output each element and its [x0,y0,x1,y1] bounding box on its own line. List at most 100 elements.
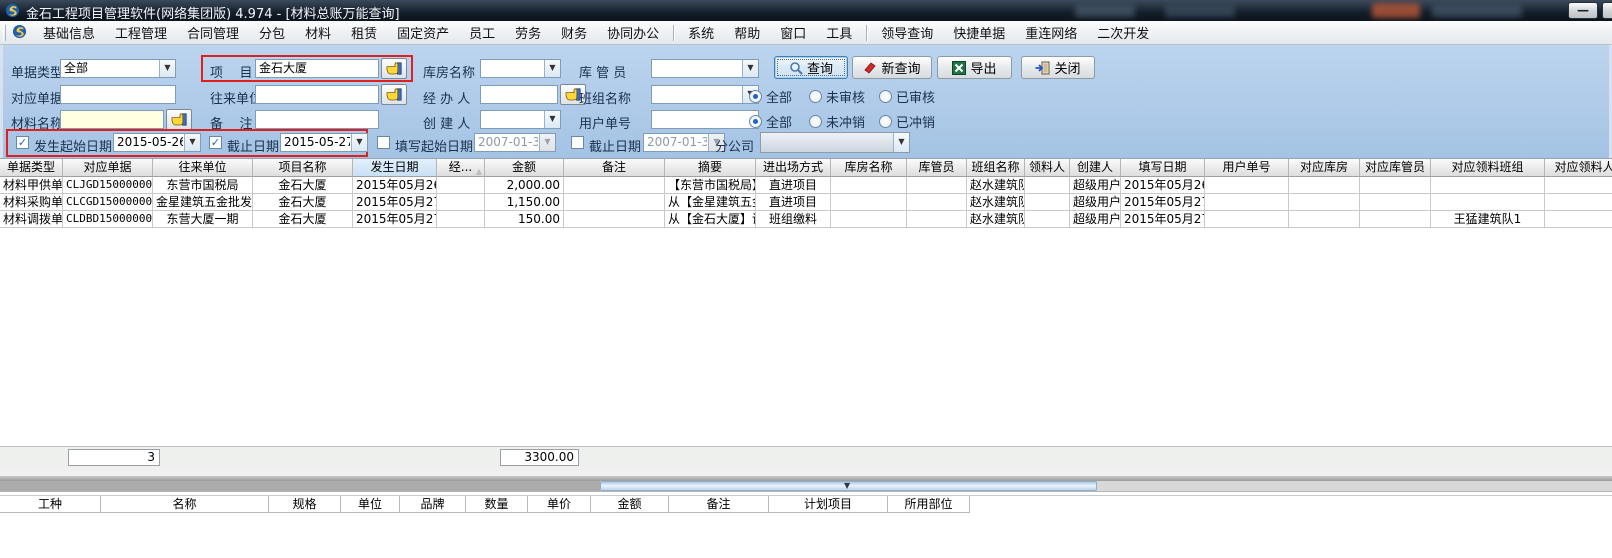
grid-cell[interactable]: 金石大厦 [253,177,353,194]
grid-cell[interactable] [437,211,485,228]
audit-radio-all[interactable]: 全部 [749,87,792,106]
grid-cell[interactable]: 1,150.00 [485,194,564,211]
grid-cell[interactable]: 金石大厦 [253,211,353,228]
grid-cell[interactable]: 材料采购单 [0,194,63,211]
counterparty-input[interactable] [255,85,379,104]
menu-item-6[interactable]: 固定资产 [387,20,459,45]
minimize-button[interactable]: — [1568,2,1598,19]
grid-header-cell[interactable]: 对应库管员 [1360,159,1431,177]
grid-cell[interactable] [907,211,967,228]
grid-cell[interactable] [831,211,907,228]
writeoff-radio-done[interactable]: 已冲销 [879,112,935,131]
grid-cell[interactable] [831,194,907,211]
grid-cell[interactable] [1025,194,1070,211]
grid-cell[interactable]: 王猛建筑队1 [1431,211,1545,228]
menu-item-11[interactable]: 系统 [678,20,724,45]
chevron-down-icon[interactable]: ▼ [544,60,560,77]
grid-header-cell[interactable]: 备注 [564,159,665,177]
grid-cell[interactable] [1431,177,1545,194]
detail-grid-header-cell[interactable]: 所用部位 [888,496,970,513]
grid-header-cell[interactable]: 经...▲ [437,159,485,177]
grid-header-cell[interactable]: 库房名称 [831,159,907,177]
detail-grid-header-cell[interactable]: 工种 [0,496,101,513]
fill-start-date-combo[interactable]: 2007-01-31▼ [474,133,556,152]
grid-header-cell[interactable]: 对应库房 [1289,159,1360,177]
grid-cell[interactable]: CLCGD150000002 [63,194,153,211]
remark-input[interactable] [255,110,379,129]
scrollbar-track[interactable] [0,481,600,491]
chevron-down-icon[interactable]: ▼ [184,134,200,151]
menu-item-8[interactable]: 劳务 [505,20,551,45]
grid-cell[interactable] [564,177,665,194]
menu-item-10[interactable]: 协同办公 [597,20,669,45]
menu-item-2[interactable]: 合同管理 [177,20,249,45]
menu-item-17[interactable]: 重连网络 [1015,20,1087,45]
grid-header-cell[interactable]: 领料人 [1025,159,1070,177]
grid-cell[interactable] [1431,194,1545,211]
menu-item-3[interactable]: 分包 [249,20,295,45]
grid-cell[interactable] [1360,211,1431,228]
grid-header-cell[interactable]: 对应领料人 [1545,159,1612,177]
grid-header-cell[interactable]: 创建人 [1070,159,1121,177]
menu-item-14[interactable]: 工具 [816,20,862,45]
handler-input[interactable] [480,85,558,104]
branch-combo[interactable]: ▼ [760,132,910,153]
grid-cell[interactable] [1205,211,1289,228]
grid-cell[interactable]: 东营市国税局 [153,177,253,194]
detail-grid-header-cell[interactable]: 备注 [669,496,769,513]
grid-header-cell[interactable]: 金额 [485,159,564,177]
fill-start-checkbox[interactable] [377,136,390,149]
audit-radio-audited[interactable]: 已审核 [879,87,935,106]
team-name-combo[interactable]: ▼ [651,85,759,104]
grid-header-cell[interactable]: 发生日期 [353,159,437,177]
menu-item-5[interactable]: 租赁 [341,20,387,45]
grid-cell[interactable]: 2015年05月27日 [353,211,437,228]
grid-cell[interactable] [437,194,485,211]
new-query-button[interactable]: 新查询 [852,56,932,79]
grid-cell[interactable]: 2015年05月26日 [353,177,437,194]
corresponding-doc-input[interactable] [60,85,176,104]
grid-cell[interactable]: CLJGD150000001 [63,177,153,194]
grid-cell[interactable]: 材料甲供单 [0,177,63,194]
grid-header-cell[interactable]: 单据类型 [0,159,63,177]
grid-cell[interactable] [1360,177,1431,194]
grid-header-cell[interactable]: 摘要 [665,159,756,177]
export-button[interactable]: 导出 [937,56,1012,79]
chevron-down-icon[interactable]: ▼ [351,134,367,151]
grid-header-cell[interactable]: 进出场方式 [756,159,831,177]
grid-cell[interactable] [564,211,665,228]
chevron-down-icon[interactable]: ▼ [544,111,560,128]
grid-cell[interactable] [1545,194,1612,211]
project-input[interactable]: 金石大厦 [255,59,379,78]
menu-grip[interactable] [3,25,6,41]
grid-header-cell[interactable]: 对应单据 [63,159,153,177]
menu-item-13[interactable]: 窗口 [770,20,816,45]
grid-cell[interactable]: 赵水建筑队 [967,211,1025,228]
grid-cell[interactable] [437,177,485,194]
chevron-down-icon[interactable]: ▼ [539,134,555,151]
menu-item-0[interactable]: 基础信息 [33,20,105,45]
grid-cell[interactable]: 东营大厦一期 [153,211,253,228]
grid-cell[interactable]: 150.00 [485,211,564,228]
grid-cell[interactable]: 金石大厦 [253,194,353,211]
doc-type-combo[interactable]: 全部▼ [60,59,176,78]
grid-cell[interactable]: 超级用户 [1070,211,1121,228]
grid-cell[interactable]: 从【金星建筑五金 [665,194,756,211]
chevron-down-icon[interactable]: ▼ [159,60,175,77]
material-name-input[interactable] [60,110,164,129]
warehouse-name-combo[interactable]: ▼ [480,59,561,78]
grid-header-cell[interactable]: 班组名称 [967,159,1025,177]
grid-cell[interactable]: 2015年05月27日 [1121,194,1205,211]
menu-item-4[interactable]: 材料 [295,20,341,45]
grid-cell[interactable]: 2015年05月27日 [1121,211,1205,228]
grid-cell[interactable] [831,177,907,194]
grid-cell[interactable]: 从【金石大厦】调 [665,211,756,228]
audit-radio-unaudited[interactable]: 未审核 [809,87,865,106]
writeoff-radio-open[interactable]: 未冲销 [809,112,865,131]
chevron-down-icon[interactable]: ▼ [893,133,909,152]
detail-grid-header-cell[interactable]: 单价 [528,496,591,513]
grid-cell[interactable] [1205,194,1289,211]
detail-grid-header-cell[interactable]: 名称 [101,496,269,513]
grid-cell[interactable]: 赵水建筑队 [967,194,1025,211]
menu-item-7[interactable]: 员工 [459,20,505,45]
